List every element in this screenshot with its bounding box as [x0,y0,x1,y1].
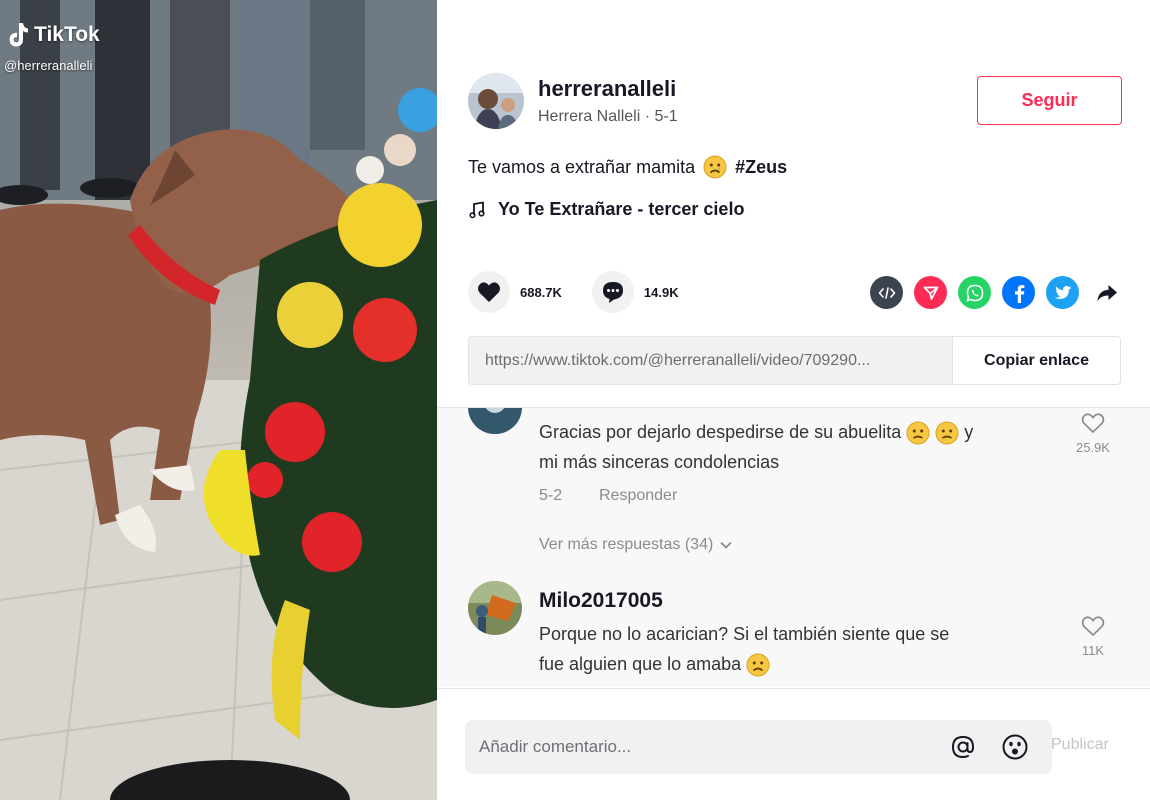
comment-bubble-icon [602,282,623,303]
comment-text-line1: Gracias por dejarlo despedirse de su abu… [539,422,902,442]
author-username[interactable]: herreranalleli [538,76,678,102]
video-url[interactable]: https://www.tiktok.com/@herreranalleli/v… [469,337,952,384]
comment-username[interactable]: Milo2017005 [539,589,663,613]
author-subline: Herrera Nalleli · 5-1 [538,108,678,126]
comment-stat[interactable]: 14.9K [591,271,679,313]
comments-list[interactable]: Gracias por dejarlo despedirse de su abu… [437,407,1150,687]
avatar-image [468,408,522,434]
comment-input-box [465,720,1052,774]
comment-text-after: y [964,422,974,442]
comment-text-line1: Porque no lo acarician? Si el también si… [539,624,950,644]
comment-like[interactable]: 25.9K [1073,412,1113,455]
share-buttons [870,276,1123,309]
details-panel: herreranalleli Herrera Nalleli · 5-1 Seg… [437,0,1150,800]
like-count: 688.7K [520,284,562,300]
view-more-replies[interactable]: Ver más respuestas (34) [539,536,733,554]
comment-avatar[interactable] [468,408,522,434]
facebook-button[interactable] [1002,276,1035,309]
heart-outline-icon[interactable] [1081,615,1105,637]
copy-link-button[interactable]: Copiar enlace [952,337,1120,384]
post-comment-button[interactable]: Publicar [1051,736,1109,754]
author-avatar[interactable] [468,73,524,129]
frowning-face-emoji-icon [746,653,770,677]
caption-text: Te vamos a extrañar mamita [468,156,696,177]
emoji-face-icon [1002,734,1028,760]
send-to-friends-button[interactable] [914,276,947,309]
twitter-button[interactable] [1046,276,1079,309]
reply-button[interactable]: Responder [599,487,677,505]
send-icon [923,286,938,300]
emoji-picker-button[interactable] [1000,732,1030,762]
music-title: Yo Te Extrañare - tercer cielo [498,199,745,219]
comment-avatar[interactable] [468,581,522,635]
comment-text-line2: mi más sinceras condolencias [539,452,780,472]
share-arrow-icon [1097,284,1117,301]
embed-button[interactable] [870,276,903,309]
comment-button[interactable] [591,271,634,313]
avatar-image [468,581,522,635]
embed-icon [878,286,895,299]
hashtag-link[interactable]: #Zeus [735,157,787,178]
comment-text-line2: fue alguien que lo amaba [539,654,742,674]
like-button[interactable] [468,271,510,313]
video-frame [0,0,437,800]
engagement-stats: 688.7K 14.9K [468,271,709,313]
like-stat[interactable]: 688.7K [468,271,562,313]
music-note-icon [469,200,485,218]
tiktok-brand-text: TikTok [34,23,100,46]
comment-text: Gracias por dejarlo despedirse de su abu… [539,417,1069,477]
comment-like-count: 11K [1081,643,1105,658]
copy-link-box: https://www.tiktok.com/@herreranalleli/v… [468,336,1121,385]
video-handle-watermark: @herreranalleli [4,58,93,73]
twitter-icon [1054,285,1071,299]
comment-like[interactable]: 11K [1073,615,1113,658]
avatar-image [468,73,524,129]
comment-text: Porque no lo acarician? Si el también si… [539,619,1069,679]
confused-face-emoji-icon [906,421,930,445]
follow-button[interactable]: Seguir [977,76,1122,125]
heart-icon [477,282,501,302]
video-player[interactable]: TikTok @herreranalleli [0,0,437,800]
more-share-button[interactable] [1090,276,1123,309]
author-block[interactable]: herreranalleli Herrera Nalleli · 5-1 [468,73,678,129]
view-more-replies-label: Ver más respuestas (34) [539,536,714,553]
comment-composer: Publicar [437,688,1150,800]
whatsapp-button[interactable] [958,276,991,309]
sad-face-emoji-icon [703,155,727,179]
author-nickname: Herrera Nalleli [538,108,641,125]
tiktok-logo-icon [9,23,28,47]
comment-count: 14.9K [643,284,679,300]
music-link[interactable]: Yo Te Extrañare - tercer cielo [468,199,744,220]
facebook-icon [1014,284,1024,303]
post-date: 5-1 [654,108,678,125]
comment-input[interactable] [465,720,948,774]
whatsapp-icon [965,284,983,302]
chevron-down-icon [720,541,732,549]
mention-button[interactable] [948,732,978,762]
at-mention-icon [951,735,975,759]
confused-face-emoji-icon [935,421,959,445]
comment-date: 5-2 [539,487,563,504]
post-caption: Te vamos a extrañar mamita #Zeus [468,155,787,179]
tiktok-watermark: TikTok [6,22,100,48]
heart-outline-icon[interactable] [1081,412,1105,434]
comment-like-count: 25.9K [1076,440,1110,455]
